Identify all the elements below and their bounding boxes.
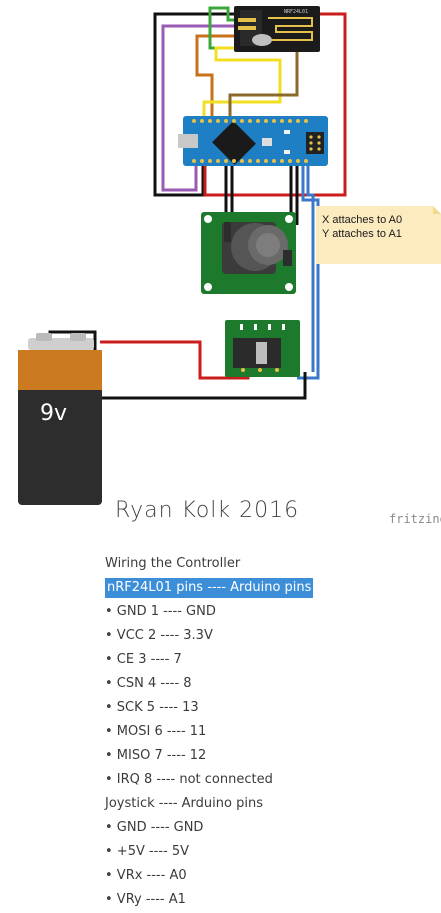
joystick-pin-item: • +5V ---- 5V	[105, 844, 190, 859]
note: X attaches to A0 Y attaches to A1	[316, 206, 441, 264]
nrf-pin-item: • CE 3 ---- 7	[105, 652, 182, 667]
nrf-chip-label: NRF24L01	[284, 9, 308, 15]
wire-blue-2	[306, 165, 315, 372]
wiring-diagram: NRF24L01 X attaches to A0 Y attaches to …	[18, 6, 441, 526]
joystick-pin-item: • GND ---- GND	[105, 820, 204, 835]
nrf-pins-header-row: nRF24L01 pins ---- Arduino pins	[105, 577, 435, 601]
joystick-pins-header: Joystick ---- Arduino pins	[105, 796, 263, 811]
joystick-module	[201, 212, 296, 294]
note-line-2: Y attaches to A1	[322, 228, 402, 240]
wires	[48, 6, 347, 400]
joystick-pin-item: • VRy ---- A1	[105, 892, 186, 907]
nrf-pin-item: • MISO 7 ---- 12	[105, 748, 207, 763]
pin-mapping-heading: Wiring the Controller	[105, 556, 241, 571]
arduino-nano	[178, 116, 328, 166]
nrf-pin-item: • IRQ 8 ---- not connected	[105, 772, 273, 787]
nrf-pin-item: • SCK 5 ---- 13	[105, 700, 199, 715]
battery-9v: 9v	[18, 333, 102, 505]
nrf-pin-item: • GND 1 ---- GND	[105, 604, 216, 619]
wire-blue	[297, 165, 320, 380]
nrf24l01-module: NRF24L01	[234, 6, 320, 52]
nrf-pins-header: nRF24L01 pins ---- Arduino pins	[105, 578, 314, 598]
switch-module	[225, 320, 300, 377]
note-line-1: X attaches to A0	[322, 214, 402, 226]
joystick-pin-item: • VRx ---- A0	[105, 868, 187, 883]
nrf-pin-item: • MOSI 6 ---- 11	[105, 724, 207, 739]
pin-mapping: Wiring the Controller nRF24L01 pins ----…	[105, 553, 435, 913]
fritzing-watermark: fritzing	[389, 512, 441, 526]
author-signature: Ryan Kolk 2016	[115, 498, 299, 523]
battery-label: 9v	[40, 401, 67, 426]
nrf-pin-item: • VCC 2 ---- 3.3V	[105, 628, 213, 643]
nrf-pin-item: • CSN 4 ---- 8	[105, 676, 192, 691]
